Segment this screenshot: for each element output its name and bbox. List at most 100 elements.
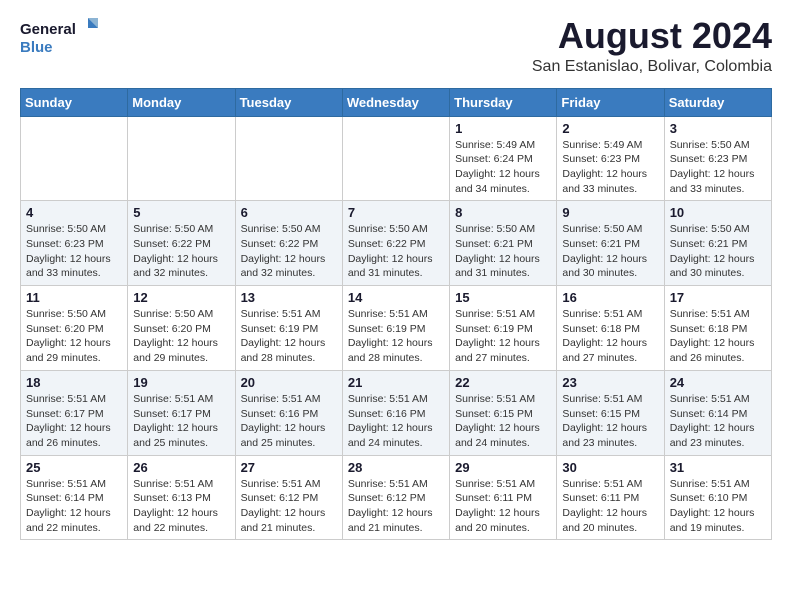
calendar-cell: 10Sunrise: 5:50 AM Sunset: 6:21 PM Dayli…	[664, 201, 771, 286]
day-info: Sunrise: 5:51 AM Sunset: 6:14 PM Dayligh…	[670, 392, 766, 451]
day-number: 19	[133, 375, 229, 390]
day-info: Sunrise: 5:50 AM Sunset: 6:23 PM Dayligh…	[670, 138, 766, 197]
day-header-sunday: Sunday	[21, 88, 128, 116]
calendar-cell: 1 Sunrise: 5:49 AM Sunset: 6:24 PM Daylig…	[450, 116, 557, 201]
day-info: Sunrise: 5:51 AM Sunset: 6:17 PM Dayligh…	[133, 392, 229, 451]
calendar-cell: 3 Sunrise: 5:50 AM Sunset: 6:23 PM Daylig…	[664, 116, 771, 201]
calendar-cell: 5 Sunrise: 5:50 AM Sunset: 6:22 PM Daylig…	[128, 201, 235, 286]
day-header-saturday: Saturday	[664, 88, 771, 116]
day-info: Sunrise: 5:51 AM Sunset: 6:15 PM Dayligh…	[455, 392, 551, 451]
calendar-cell: 16Sunrise: 5:51 AM Sunset: 6:18 PM Dayli…	[557, 286, 664, 371]
day-info: Sunrise: 5:51 AM Sunset: 6:19 PM Dayligh…	[241, 307, 337, 366]
day-number: 27	[241, 460, 337, 475]
day-number: 2	[562, 121, 658, 136]
day-number: 12	[133, 290, 229, 305]
day-info: Sunrise: 5:51 AM Sunset: 6:11 PM Dayligh…	[562, 477, 658, 536]
day-info: Sunrise: 5:51 AM Sunset: 6:12 PM Dayligh…	[241, 477, 337, 536]
week-row-1: 1 Sunrise: 5:49 AM Sunset: 6:24 PM Daylig…	[21, 116, 772, 201]
day-number: 22	[455, 375, 551, 390]
day-number: 23	[562, 375, 658, 390]
calendar-cell: 22 Sunrise: 5:51 AM Sunset: 6:15 PM Dayli…	[450, 370, 557, 455]
calendar-cell: 8 Sunrise: 5:50 AM Sunset: 6:21 PM Daylig…	[450, 201, 557, 286]
day-info: Sunrise: 5:50 AM Sunset: 6:20 PM Dayligh…	[133, 307, 229, 366]
calendar-cell	[235, 116, 342, 201]
day-info: Sunrise: 5:51 AM Sunset: 6:18 PM Dayligh…	[670, 307, 766, 366]
calendar-cell: 9 Sunrise: 5:50 AM Sunset: 6:21 PM Daylig…	[557, 201, 664, 286]
calendar-cell: 30Sunrise: 5:51 AM Sunset: 6:11 PM Dayli…	[557, 455, 664, 540]
day-info: Sunrise: 5:50 AM Sunset: 6:20 PM Dayligh…	[26, 307, 122, 366]
calendar-cell: 13 Sunrise: 5:51 AM Sunset: 6:19 PM Dayli…	[235, 286, 342, 371]
day-header-wednesday: Wednesday	[342, 88, 449, 116]
day-number: 1	[455, 121, 551, 136]
subtitle: San Estanislao, Bolivar, Colombia	[532, 58, 772, 76]
day-number: 8	[455, 205, 551, 220]
day-number: 29	[455, 460, 551, 475]
calendar-cell: 17 Sunrise: 5:51 AM Sunset: 6:18 PM Dayli…	[664, 286, 771, 371]
calendar-cell: 2 Sunrise: 5:49 AM Sunset: 6:23 PM Daylig…	[557, 116, 664, 201]
day-number: 15	[455, 290, 551, 305]
day-number: 17	[670, 290, 766, 305]
calendar-cell: 21Sunrise: 5:51 AM Sunset: 6:16 PM Dayli…	[342, 370, 449, 455]
day-info: Sunrise: 5:51 AM Sunset: 6:16 PM Dayligh…	[348, 392, 444, 451]
day-number: 28	[348, 460, 444, 475]
day-info: Sunrise: 5:51 AM Sunset: 6:11 PM Dayligh…	[455, 477, 551, 536]
day-number: 25	[26, 460, 122, 475]
day-header-friday: Friday	[557, 88, 664, 116]
day-number: 31	[670, 460, 766, 475]
day-info: Sunrise: 5:50 AM Sunset: 6:22 PM Dayligh…	[133, 222, 229, 281]
day-info: Sunrise: 5:51 AM Sunset: 6:16 PM Dayligh…	[241, 392, 337, 451]
calendar-cell: 11Sunrise: 5:50 AM Sunset: 6:20 PM Dayli…	[21, 286, 128, 371]
calendar-cell: 6Sunrise: 5:50 AM Sunset: 6:22 PM Daylig…	[235, 201, 342, 286]
calendar-cell: 25 Sunrise: 5:51 AM Sunset: 6:14 PM Dayli…	[21, 455, 128, 540]
day-info: Sunrise: 5:50 AM Sunset: 6:22 PM Dayligh…	[348, 222, 444, 281]
day-number: 14	[348, 290, 444, 305]
day-number: 26	[133, 460, 229, 475]
day-number: 18	[26, 375, 122, 390]
calendar-cell	[21, 116, 128, 201]
day-info: Sunrise: 5:51 AM Sunset: 6:14 PM Dayligh…	[26, 477, 122, 536]
day-number: 20	[241, 375, 337, 390]
day-info: Sunrise: 5:49 AM Sunset: 6:23 PM Dayligh…	[562, 138, 658, 197]
day-info: Sunrise: 5:51 AM Sunset: 6:19 PM Dayligh…	[348, 307, 444, 366]
calendar-cell: 31 Sunrise: 5:51 AM Sunset: 6:10 PM Dayli…	[664, 455, 771, 540]
calendar-cell: 23 Sunrise: 5:51 AM Sunset: 6:15 PM Dayli…	[557, 370, 664, 455]
day-number: 5	[133, 205, 229, 220]
day-number: 24	[670, 375, 766, 390]
calendar-cell: 7Sunrise: 5:50 AM Sunset: 6:22 PM Daylig…	[342, 201, 449, 286]
day-info: Sunrise: 5:51 AM Sunset: 6:13 PM Dayligh…	[133, 477, 229, 536]
day-info: Sunrise: 5:51 AM Sunset: 6:17 PM Dayligh…	[26, 392, 122, 451]
day-info: Sunrise: 5:51 AM Sunset: 6:10 PM Dayligh…	[670, 477, 766, 536]
svg-text:Blue: Blue	[20, 39, 53, 56]
calendar-cell: 20 Sunrise: 5:51 AM Sunset: 6:16 PM Dayli…	[235, 370, 342, 455]
day-info: Sunrise: 5:50 AM Sunset: 6:23 PM Dayligh…	[26, 222, 122, 281]
calendar-cell: 26 Sunrise: 5:51 AM Sunset: 6:13 PM Dayli…	[128, 455, 235, 540]
day-info: Sunrise: 5:51 AM Sunset: 6:12 PM Dayligh…	[348, 477, 444, 536]
svg-text:General: General	[20, 21, 76, 38]
week-row-5: 25 Sunrise: 5:51 AM Sunset: 6:14 PM Dayli…	[21, 455, 772, 540]
logo-svg: General Blue	[20, 16, 100, 60]
day-info: Sunrise: 5:50 AM Sunset: 6:21 PM Dayligh…	[670, 222, 766, 281]
day-info: Sunrise: 5:50 AM Sunset: 6:22 PM Dayligh…	[241, 222, 337, 281]
day-info: Sunrise: 5:51 AM Sunset: 6:15 PM Dayligh…	[562, 392, 658, 451]
calendar-table: SundayMondayTuesdayWednesdayThursdayFrid…	[20, 88, 772, 541]
day-number: 3	[670, 121, 766, 136]
day-info: Sunrise: 5:49 AM Sunset: 6:24 PM Dayligh…	[455, 138, 551, 197]
calendar-cell: 29 Sunrise: 5:51 AM Sunset: 6:11 PM Dayli…	[450, 455, 557, 540]
day-header-monday: Monday	[128, 88, 235, 116]
header: General Blue August 2024 San Estanislao,…	[20, 16, 772, 76]
day-number: 9	[562, 205, 658, 220]
day-info: Sunrise: 5:51 AM Sunset: 6:19 PM Dayligh…	[455, 307, 551, 366]
logo: General Blue	[20, 16, 100, 60]
calendar-cell: 18 Sunrise: 5:51 AM Sunset: 6:17 PM Dayli…	[21, 370, 128, 455]
main-title: August 2024	[532, 16, 772, 56]
calendar-cell: 15 Sunrise: 5:51 AM Sunset: 6:19 PM Dayli…	[450, 286, 557, 371]
day-number: 4	[26, 205, 122, 220]
day-number: 13	[241, 290, 337, 305]
day-info: Sunrise: 5:50 AM Sunset: 6:21 PM Dayligh…	[562, 222, 658, 281]
day-info: Sunrise: 5:50 AM Sunset: 6:21 PM Dayligh…	[455, 222, 551, 281]
calendar-cell: 4 Sunrise: 5:50 AM Sunset: 6:23 PM Daylig…	[21, 201, 128, 286]
week-row-2: 4 Sunrise: 5:50 AM Sunset: 6:23 PM Daylig…	[21, 201, 772, 286]
calendar-cell: 24 Sunrise: 5:51 AM Sunset: 6:14 PM Dayli…	[664, 370, 771, 455]
week-row-3: 11Sunrise: 5:50 AM Sunset: 6:20 PM Dayli…	[21, 286, 772, 371]
days-header-row: SundayMondayTuesdayWednesdayThursdayFrid…	[21, 88, 772, 116]
